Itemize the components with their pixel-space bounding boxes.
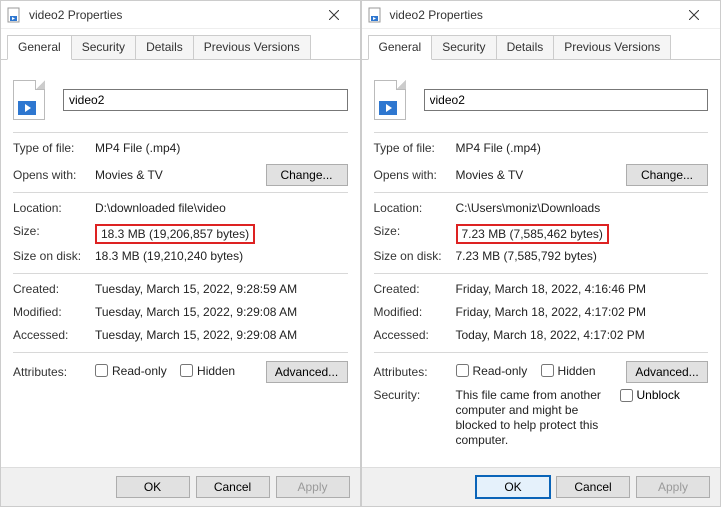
general-panel: Type of file:MP4 File (.mp4) Opens with:… [362,60,721,467]
size-value: 18.3 MB (19,206,857 bytes) [95,224,255,244]
apply-button[interactable]: Apply [276,476,350,498]
advanced-button[interactable]: Advanced... [266,361,348,383]
type-of-file-value: MP4 File (.mp4) [95,141,348,155]
filename-input[interactable] [63,89,348,111]
filename-input[interactable] [424,89,709,111]
readonly-label: Read-only [112,364,167,378]
change-button[interactable]: Change... [266,164,348,186]
size-on-disk-label: Size on disk: [13,249,95,263]
created-value: Friday, March 18, 2022, 4:16:46 PM [456,282,709,296]
size-on-disk-value: 18.3 MB (19,210,240 bytes) [95,249,348,263]
apply-button[interactable]: Apply [636,476,710,498]
security-label: Security: [374,388,456,402]
opens-with-label: Opens with: [13,168,95,182]
close-icon [329,10,339,20]
opens-with-label: Opens with: [374,168,456,182]
size-on-disk-label: Size on disk: [374,249,456,263]
properties-dialog-left: video2 Properties General Security Detai… [0,0,361,507]
tab-general[interactable]: General [7,35,72,60]
change-button[interactable]: Change... [626,164,708,186]
unblock-checkbox[interactable]: Unblock [620,388,680,402]
window-title: video2 Properties [390,8,675,22]
tab-bar: General Security Details Previous Versio… [1,29,360,60]
tab-security[interactable]: Security [71,35,136,59]
general-panel: Type of file:MP4 File (.mp4) Opens with:… [1,60,360,467]
properties-dialog-right: video2 Properties General Security Detai… [361,0,721,507]
type-of-file-label: Type of file: [13,141,95,155]
hidden-checkbox[interactable]: Hidden [180,364,235,378]
video-file-icon [7,7,23,23]
size-on-disk-value: 7.23 MB (7,585,792 bytes) [456,249,709,263]
opens-with-value: Movies & TV [95,168,266,182]
created-label: Created: [374,282,456,296]
titlebar: video2 Properties [1,1,360,29]
dialog-footer: OK Cancel Apply [1,467,360,506]
size-label: Size: [13,224,95,238]
size-value: 7.23 MB (7,585,462 bytes) [456,224,609,244]
tab-previous-versions[interactable]: Previous Versions [553,35,671,59]
unblock-label: Unblock [637,388,680,402]
titlebar: video2 Properties [362,1,721,29]
attributes-label: Attributes: [374,365,456,379]
readonly-checkbox[interactable]: Read-only [456,364,528,378]
accessed-label: Accessed: [13,328,95,342]
close-button[interactable] [674,3,714,27]
location-value: C:\Users\moniz\Downloads [456,201,709,215]
tab-details[interactable]: Details [135,35,194,59]
location-label: Location: [13,201,95,215]
location-value: D:\downloaded file\video [95,201,348,215]
readonly-checkbox[interactable]: Read-only [95,364,167,378]
attributes-label: Attributes: [13,365,95,379]
video-file-icon [374,80,406,120]
close-icon [689,10,699,20]
modified-value: Friday, March 18, 2022, 4:17:02 PM [456,305,709,319]
created-label: Created: [13,282,95,296]
readonly-label: Read-only [473,364,528,378]
video-file-icon [13,80,45,120]
video-file-icon [368,7,384,23]
tab-general[interactable]: General [368,35,433,60]
created-value: Tuesday, March 15, 2022, 9:28:59 AM [95,282,348,296]
accessed-value: Tuesday, March 15, 2022, 9:29:08 AM [95,328,348,342]
modified-label: Modified: [374,305,456,319]
close-button[interactable] [314,3,354,27]
type-of-file-label: Type of file: [374,141,456,155]
modified-value: Tuesday, March 15, 2022, 9:29:08 AM [95,305,348,319]
ok-button[interactable]: OK [476,476,550,498]
tab-security[interactable]: Security [431,35,496,59]
tab-details[interactable]: Details [496,35,555,59]
tab-previous-versions[interactable]: Previous Versions [193,35,311,59]
size-label: Size: [374,224,456,238]
hidden-label: Hidden [197,364,235,378]
dialog-footer: OK Cancel Apply [362,467,721,506]
advanced-button[interactable]: Advanced... [626,361,708,383]
hidden-label: Hidden [558,364,596,378]
window-title: video2 Properties [29,8,314,22]
modified-label: Modified: [13,305,95,319]
opens-with-value: Movies & TV [456,168,627,182]
location-label: Location: [374,201,456,215]
tab-bar: General Security Details Previous Versio… [362,29,721,60]
cancel-button[interactable]: Cancel [196,476,270,498]
ok-button[interactable]: OK [116,476,190,498]
accessed-label: Accessed: [374,328,456,342]
security-note: This file came from another computer and… [456,388,616,448]
cancel-button[interactable]: Cancel [556,476,630,498]
hidden-checkbox[interactable]: Hidden [541,364,596,378]
type-of-file-value: MP4 File (.mp4) [456,141,709,155]
accessed-value: Today, March 18, 2022, 4:17:02 PM [456,328,709,342]
